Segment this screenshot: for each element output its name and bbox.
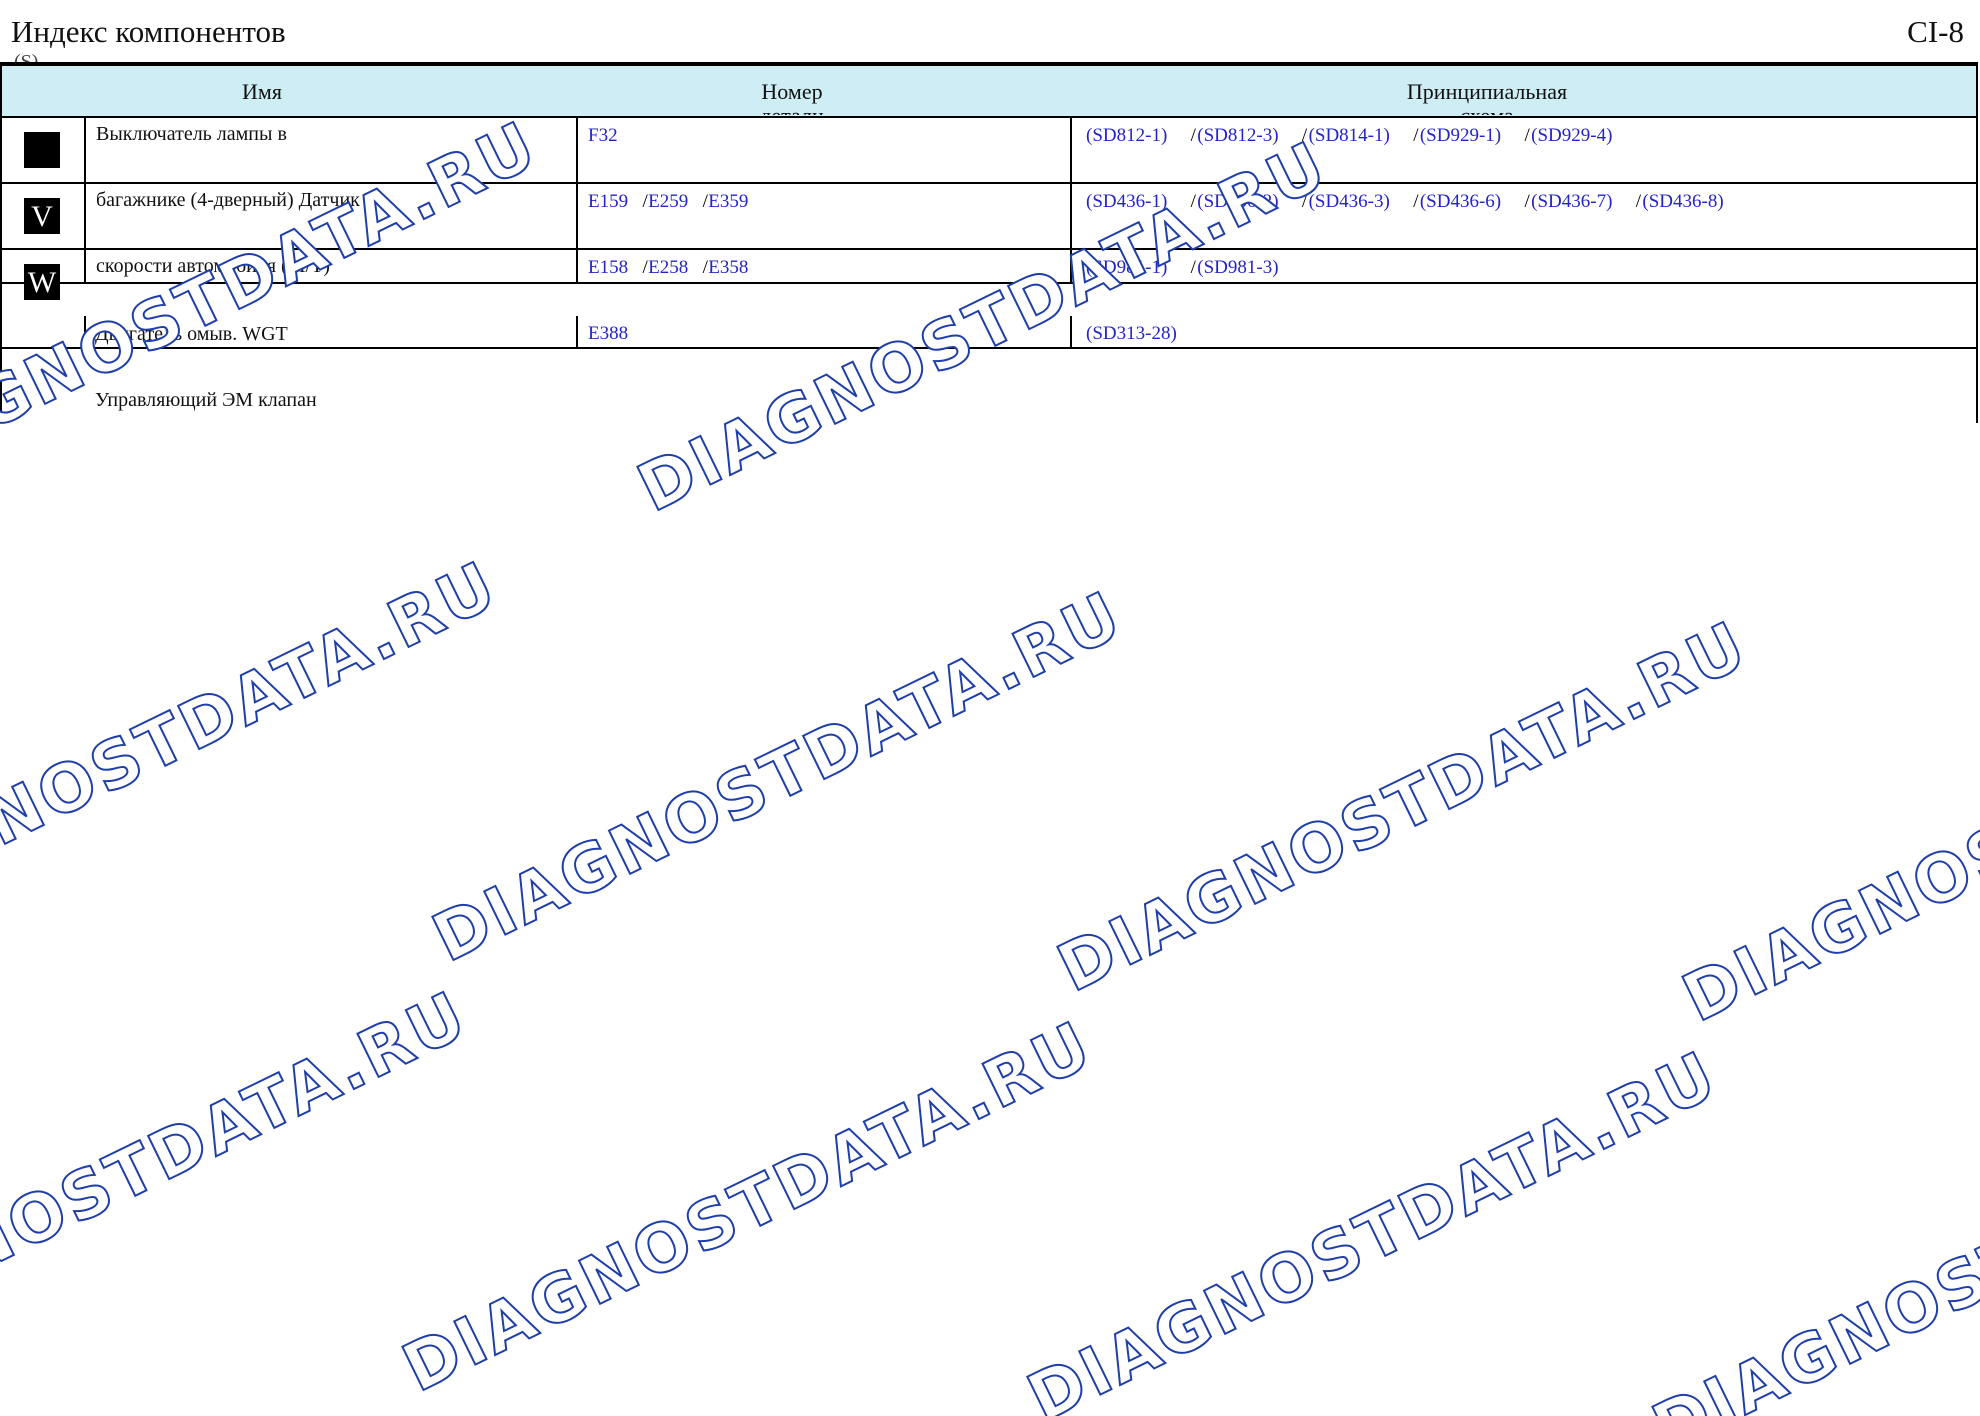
component-index-table: Имя Номер детали Принципиальная схема Вы… — [0, 66, 1978, 423]
schema-cell: (SD981-1)/(SD981-3) — [1072, 250, 1976, 282]
watermark-text: DIAGNOSTDATA.RU — [390, 1005, 1105, 1408]
letter-marker — [24, 132, 60, 168]
page-title: Индекс компонентов — [11, 14, 286, 49]
schema-link[interactable]: (SD436-7) — [1531, 191, 1612, 212]
table-row: Wскорости автомобиля (M/T) E158/E258/E358… — [2, 250, 1976, 300]
component-name: скорости автомобиля (M/T) — [96, 255, 330, 277]
schema-link[interactable]: (SD436-6) — [1420, 191, 1501, 212]
schema-cell: (SD436-1)/(SD436-2)/(SD436-3)/(SD436-6) /… — [1072, 184, 1976, 248]
schema-link[interactable]: (SD929-1) — [1420, 125, 1501, 146]
symbol-cell — [2, 316, 86, 347]
watermark-text: DIAGNOSTDATA.RU — [420, 575, 1135, 978]
symbol-cell — [2, 118, 86, 182]
separator: / — [1413, 191, 1419, 212]
watermark-text: DIAGNOSTDATA.RU — [1015, 1035, 1730, 1416]
page-subtitle: (S) — [14, 52, 38, 62]
component-name-continued: Двигатель омыв. WGT — [95, 323, 288, 345]
schema-link[interactable]: (SD981-3) — [1197, 257, 1278, 278]
table-header: Имя Номер детали Принципиальная схема — [2, 66, 1976, 118]
page-number: CI-8 — [1907, 14, 1964, 49]
component-name-continued: Управляющий ЭМ клапан — [95, 389, 317, 411]
component-name: багажнике (4-дверный) Датчик — [96, 189, 360, 211]
watermark-text: DIAGNOSTDATA.RU — [1045, 605, 1760, 1008]
separator: / — [1301, 125, 1308, 146]
part-number-link[interactable]: E358 — [708, 257, 748, 278]
table-row: Vбагажнике (4-дверный) Датчик E159/E259/E… — [2, 184, 1976, 250]
schema-link[interactable]: (SD814-1) — [1309, 125, 1390, 146]
separator: / — [1524, 191, 1530, 212]
column-header-name: Имя — [242, 79, 282, 104]
part-number-link[interactable]: E258 — [648, 257, 688, 278]
table-row: Выключатель лампы в F32 (SD812-1) / (SD812-3… — [2, 118, 1976, 184]
part-number-link[interactable]: E159 — [588, 191, 628, 212]
watermark-text: DIAGNOSTDATA.RU — [0, 545, 510, 948]
part-number-link[interactable]: E359 — [708, 191, 748, 212]
symbol-cell: V — [2, 184, 86, 248]
schema-link[interactable]: (SD436-2) — [1197, 191, 1278, 212]
component-name: Выключатель лампы в — [96, 123, 287, 145]
document-page: Индекс компонентов (S) CI-8 Имя Номер де… — [0, 0, 1980, 1416]
separator: / — [1301, 191, 1308, 212]
name-cell: багажнике (4-дверный) Датчик — [86, 184, 578, 248]
schema-link[interactable]: (SD313-28) — [1086, 323, 1177, 344]
schema-link[interactable]: (SD436-3) — [1309, 191, 1390, 212]
part-number-link[interactable]: E388 — [588, 323, 628, 344]
schema-cell: (SD812-1)/(SD812-3)/(SD814-1)/(SD929-1) /… — [1072, 118, 1976, 182]
schema-link[interactable]: (SD929-4) — [1531, 125, 1612, 146]
column-header-schema: Принципиальная схема — [1406, 79, 1568, 115]
separator: / — [1413, 125, 1419, 146]
schema-link[interactable]: (SD981-1) — [1086, 257, 1167, 278]
name-cell: Выключатель лампы в — [86, 118, 578, 182]
letter-marker: W — [24, 264, 60, 300]
schema-link[interactable]: (SD812-1) — [1086, 125, 1167, 146]
column-header-part-number: Номер детали — [760, 79, 824, 115]
symbol-cell: W — [2, 250, 86, 300]
part-number-link[interactable]: E259 — [648, 191, 688, 212]
part-number-cell: E158/E258/E358 — [578, 250, 1072, 282]
part-number-cell: F32 — [578, 118, 1072, 182]
schema-link[interactable]: (SD436-8) — [1642, 191, 1723, 212]
part-number-cell: E388 — [578, 316, 1072, 347]
letter-marker: V — [24, 198, 60, 234]
schema-link[interactable]: (SD436-1) — [1086, 191, 1167, 212]
table-row: E388 (SD313-28) — [2, 316, 1976, 349]
part-number-link[interactable]: F32 — [588, 125, 618, 146]
schema-cell: (SD313-28) — [1072, 316, 1976, 347]
watermark-text: DIAGNOSTDATA.RU — [1670, 635, 1980, 1038]
name-cell: скорости автомобиля (M/T) — [86, 250, 578, 282]
watermark-text: DIAGNOSTDATA.RU — [1640, 1065, 1980, 1416]
watermark-text: DIAGNOSTDATA.RU — [0, 975, 480, 1378]
part-number-link[interactable]: E158 — [588, 257, 628, 278]
schema-link[interactable]: (SD812-3) — [1197, 125, 1278, 146]
separator: / — [1524, 125, 1530, 146]
part-number-cell: E159/E259/E359 — [578, 184, 1072, 248]
page-header: Индекс компонентов (S) CI-8 — [0, 0, 1978, 67]
